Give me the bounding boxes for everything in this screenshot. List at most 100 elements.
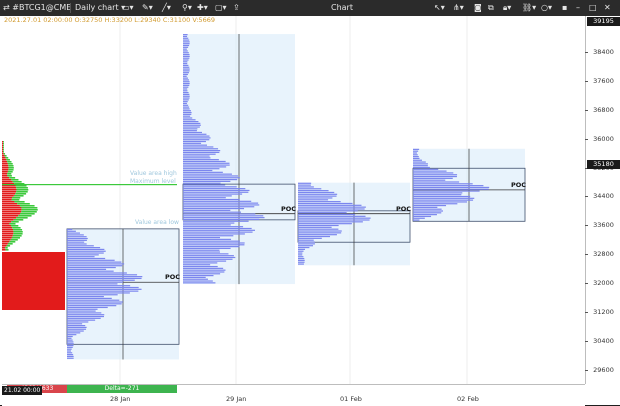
ask-volume-bar xyxy=(3,147,4,149)
minimize-icon[interactable]: – xyxy=(576,0,580,16)
circle-icon[interactable]: ○▾ xyxy=(541,0,552,16)
volume-bar xyxy=(183,39,190,41)
ask-volume-bar xyxy=(11,221,19,223)
volume-bar xyxy=(183,61,188,63)
volume-bar xyxy=(67,303,122,305)
volume-bar xyxy=(183,175,238,177)
duplicate-icon[interactable]: ⧉ xyxy=(488,0,494,16)
volume-bar xyxy=(183,53,190,56)
ask-volume-bar xyxy=(10,225,19,227)
volume-bar xyxy=(183,124,201,126)
volume-bar xyxy=(183,55,190,57)
volume-bar xyxy=(183,251,220,253)
share-icon[interactable]: ⇪ xyxy=(233,0,240,16)
price-tick-label: 32000 xyxy=(585,279,620,287)
volume-bar xyxy=(298,215,366,217)
volume-bar xyxy=(67,341,74,343)
line-tool-icon[interactable]: ╱▾ xyxy=(162,0,171,16)
volume-bar xyxy=(67,328,87,330)
volume-bar xyxy=(67,348,72,350)
volume-bar xyxy=(298,234,337,236)
volume-bar xyxy=(413,186,490,189)
volume-bar xyxy=(298,197,333,199)
volume-bar xyxy=(183,255,234,257)
volume-bar xyxy=(67,330,84,332)
ask-volume-bar xyxy=(6,245,11,247)
candle-body xyxy=(2,252,65,310)
volume-bar xyxy=(298,202,353,205)
volume-bar xyxy=(413,170,447,172)
volume-bar xyxy=(67,283,118,285)
volume-bar xyxy=(413,217,425,219)
date-label-02-feb: 02 Feb xyxy=(457,395,479,403)
volume-bar xyxy=(183,63,188,65)
volume-bar xyxy=(413,190,480,192)
bid-volume-bar xyxy=(2,247,6,249)
bid-volume-bar xyxy=(2,177,10,179)
volume-bar xyxy=(67,276,143,278)
ask-volume-bar xyxy=(12,227,21,229)
volume-bar xyxy=(298,243,315,245)
price-tick-label: 29600 xyxy=(585,366,620,374)
camera-icon[interactable]: ◙ xyxy=(474,0,482,16)
volume-bar xyxy=(413,159,422,161)
volume-bar xyxy=(413,203,458,205)
bid-volume-bar xyxy=(2,209,22,211)
volume-bar xyxy=(183,57,190,59)
volume-bar xyxy=(413,152,417,154)
cursor-icon[interactable]: ↖▾ xyxy=(434,0,445,16)
ask-volume-bar xyxy=(8,169,14,171)
volume-bar xyxy=(67,292,130,294)
volume-bar xyxy=(183,99,189,101)
ask-volume-bar xyxy=(4,155,7,157)
volume-bar xyxy=(183,260,227,262)
bid-volume-bar xyxy=(2,217,17,219)
time-axis[interactable]: 4362/4633 Delta=-271 21.02 00:00 28 Jan … xyxy=(2,384,585,406)
volume-bar xyxy=(67,279,135,281)
volume-bar xyxy=(183,64,189,67)
link-icon[interactable]: ⛓▾ xyxy=(522,0,536,16)
chart-type-button[interactable]: ▭▾ xyxy=(122,0,134,16)
ohlc-readout: 2021.27.01 02:00:00 O:32750 H:33200 L:29… xyxy=(4,16,215,24)
symbol-selector[interactable]: ⇄ #BTCG1@CME xyxy=(3,0,71,16)
maximize-icon[interactable]: □ xyxy=(589,0,597,16)
volume-bar xyxy=(67,290,139,292)
poc-label: POC xyxy=(281,204,297,213)
volume-bar xyxy=(298,261,305,263)
volume-bar xyxy=(183,95,190,97)
volume-bar xyxy=(183,215,264,217)
chart-plot-area[interactable]: POC POC POC POC Value area high Maximum lev… xyxy=(2,16,585,384)
pin-icon[interactable]: ⚲▾ xyxy=(182,0,192,16)
volume-bar xyxy=(183,113,192,115)
lock-icon[interactable]: 🔒︎▾ xyxy=(503,0,511,16)
volume-bar xyxy=(183,148,219,150)
ask-volume-bar xyxy=(3,145,4,147)
pencil-icon[interactable]: ✎▾ xyxy=(142,0,153,16)
volume-bar xyxy=(183,182,221,184)
volume-bar xyxy=(67,354,74,356)
volume-bar xyxy=(67,346,73,348)
volume-bar xyxy=(298,219,370,221)
volume-bar xyxy=(67,312,102,314)
price-tick-label: 36800 xyxy=(585,106,620,114)
volume-bar xyxy=(67,301,123,303)
volume-bar xyxy=(67,248,105,251)
volume-bar xyxy=(298,245,314,247)
volume-bar xyxy=(67,315,104,318)
volume-bar xyxy=(413,166,430,169)
bid-volume-bar xyxy=(2,201,15,203)
timeframe-selector[interactable]: Daily chart ▾ xyxy=(75,0,125,16)
pin-window-icon[interactable]: ▪ xyxy=(562,0,567,16)
bid-volume-bar xyxy=(2,227,13,229)
ask-volume-bar xyxy=(3,149,4,151)
volume-bar xyxy=(298,237,322,239)
close-icon[interactable]: ✕ xyxy=(604,0,611,16)
price-axis[interactable]: 3840037600368003600035200344003360032800… xyxy=(585,16,620,384)
bid-volume-bar xyxy=(2,199,12,201)
volume-bar xyxy=(183,135,210,137)
template-icon[interactable]: ▢▾ xyxy=(215,0,227,16)
magnet-icon[interactable]: ⋔▾ xyxy=(453,0,464,16)
volume-bar xyxy=(67,277,142,280)
bid-volume-bar xyxy=(2,155,5,157)
crosshair-icon[interactable]: ✚▾ xyxy=(197,0,208,16)
